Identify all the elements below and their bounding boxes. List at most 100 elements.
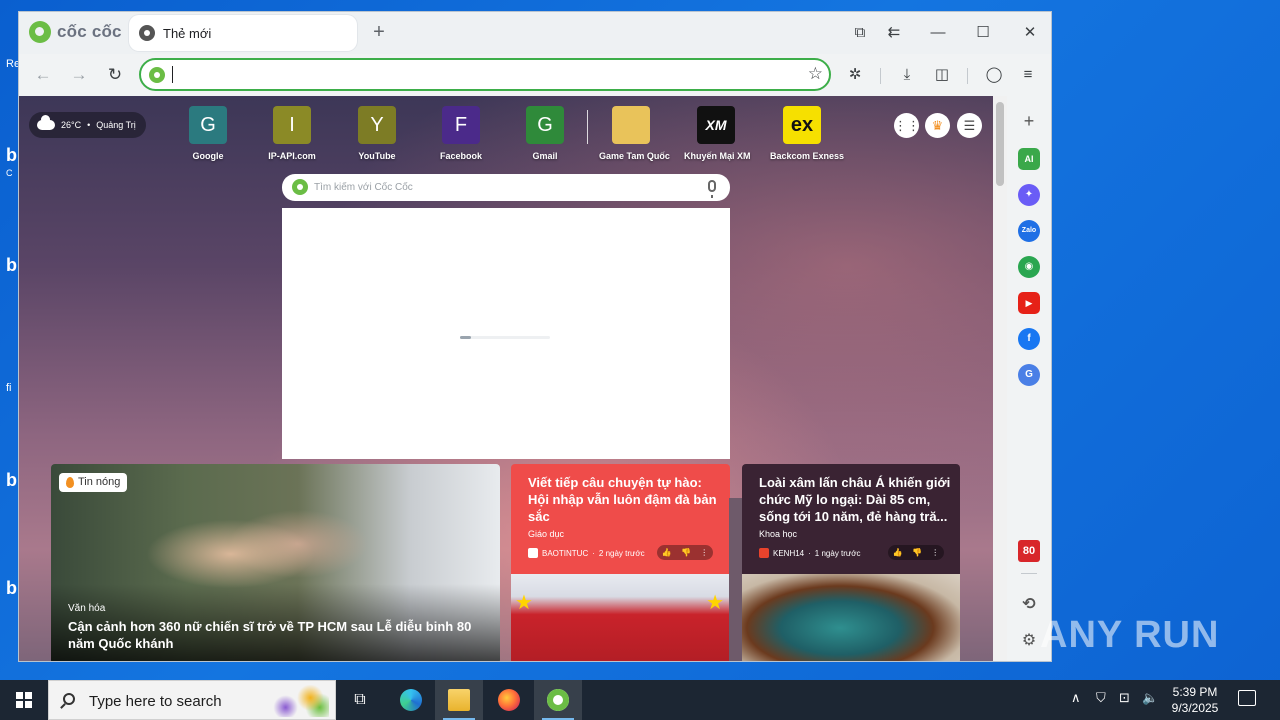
volume-icon[interactable]: 🔈 <box>1142 690 1158 706</box>
news-source: BAOTINTUC · 2 ngày trước <box>528 548 645 558</box>
news-title[interactable]: Viết tiếp câu chuyện tự hào: Hội nhập vẫ… <box>528 474 720 525</box>
search-highlight-image <box>267 685 329 717</box>
taskbar-search[interactable]: Type here to search <box>48 680 336 720</box>
speed-dial-item[interactable]: ex Backcom Exness <box>770 106 844 161</box>
brand[interactable]: cốc cốc <box>29 21 122 43</box>
desktop-icon-label[interactable]: C <box>6 168 13 178</box>
anniversary-80-icon[interactable]: 80 <box>1018 540 1040 562</box>
desktop-edge: Re b C b fi b b <box>0 0 20 680</box>
youtube-icon[interactable]: ▶ <box>1018 292 1040 314</box>
coccoc-logo-icon <box>29 21 51 43</box>
search-icon <box>63 693 75 705</box>
news-card-hero[interactable]: Tin nóng Văn hóa Cận cảnh hơn 360 nữ chi… <box>51 464 500 661</box>
game-icon[interactable]: ◉ <box>1018 256 1040 278</box>
search-box[interactable] <box>282 174 730 201</box>
news-title[interactable]: Cận cảnh hơn 360 nữ chiến sĩ trở về TP H… <box>68 618 488 652</box>
forward-button[interactable]: → <box>67 63 91 87</box>
apps-grid-icon[interactable]: ⋮⋮ <box>894 113 920 138</box>
customize-icon[interactable]: ☰ <box>957 113 982 138</box>
desktop-icon-label[interactable]: fi <box>6 382 12 394</box>
add-icon[interactable]: + <box>1018 110 1040 132</box>
ai-icon[interactable]: AI <box>1018 148 1040 170</box>
back-button[interactable]: ← <box>31 63 55 87</box>
thumbs-down-icon[interactable]: 👎 <box>912 548 922 557</box>
reload-button[interactable]: ↻ <box>103 63 127 87</box>
search-input[interactable] <box>314 178 694 197</box>
thumbs-up-icon[interactable]: 👍 <box>893 548 903 557</box>
windows-logo-icon <box>16 692 32 708</box>
page-scrollbar[interactable] <box>993 96 1007 661</box>
crown-icon[interactable]: ♛ <box>925 113 950 138</box>
speed-dial-item[interactable]: I IP-API.com <box>260 106 324 161</box>
extensions-icon[interactable]: ✲ <box>843 63 867 87</box>
task-view-button[interactable]: ⧉ <box>336 680 384 720</box>
firefox-taskbar-button[interactable] <box>485 680 533 720</box>
news-category: Khoa học <box>759 529 798 539</box>
profile-icon[interactable]: ◯ <box>982 63 1006 87</box>
speed-dial-item[interactable]: XM Khuyến Mại XM <box>684 106 751 161</box>
taskbar-search-placeholder: Type here to search <box>89 693 222 710</box>
file-explorer-taskbar-button[interactable] <box>435 680 483 720</box>
speed-dial-item[interactable]: Y YouTube <box>345 106 409 161</box>
more-icon[interactable]: ⋮ <box>700 548 708 557</box>
weather-location: Quảng Trị <box>96 120 136 130</box>
security-icon[interactable]: ⛉ <box>1096 690 1106 706</box>
weather-widget[interactable]: 26°C • Quảng Trị <box>29 112 146 138</box>
coccoc-taskbar-button[interactable] <box>534 680 582 720</box>
more-icon[interactable]: ⋮ <box>931 548 939 557</box>
translate-icon[interactable]: G <box>1018 364 1040 386</box>
desktop-icon-label[interactable]: b <box>6 145 17 166</box>
new-tab-button[interactable]: + <box>367 21 391 45</box>
facebook-icon[interactable]: f <box>1018 328 1040 350</box>
site-info-icon[interactable] <box>149 67 165 83</box>
news-card[interactable]: Viết tiếp câu chuyện tự hào: Hội nhập vẫ… <box>511 464 730 661</box>
split-view-icon[interactable]: ◫ <box>930 63 954 87</box>
desktop-icon-label[interactable]: b <box>6 255 17 276</box>
menu-icon[interactable]: ≡ <box>1016 63 1040 87</box>
minimize-button[interactable]: — <box>925 21 951 45</box>
desktop-icon-label[interactable]: b <box>6 470 17 491</box>
news-title[interactable]: Loài xâm lấn châu Á khiến giới chức Mỹ l… <box>759 474 951 525</box>
address-input[interactable] <box>173 64 793 86</box>
taskbar: Type here to search ⧉ ∧ ⛉ ⊡ 🔈 5:39 PM 9/… <box>0 680 1280 720</box>
speed-dial-tile: F <box>442 106 480 144</box>
tab-favicon-icon <box>139 25 155 41</box>
speed-dial-label: Gmail <box>532 151 558 161</box>
maximize-button[interactable]: ☐ <box>970 21 996 45</box>
thumbs-down-icon[interactable]: 👎 <box>681 548 691 557</box>
browser-window: cốc cốc Thẻ mới + ⧉ ⇇ — ☐ ✕ ← → ↻ ☆ ✲ ⤓ … <box>18 11 1052 662</box>
speed-dial-label: Google <box>192 151 224 161</box>
show-hidden-icons-icon[interactable]: ∧ <box>1071 690 1081 706</box>
speed-dial-tile: Y <box>358 106 396 144</box>
speed-dial-item[interactable]: G Gmail <box>513 106 577 161</box>
screen-capture-icon[interactable]: ⧉ <box>847 21 873 45</box>
edge-taskbar-button[interactable] <box>387 680 435 720</box>
tab-search-icon[interactable]: ⇇ <box>881 21 907 45</box>
start-button[interactable] <box>0 680 48 720</box>
tab-new-tab[interactable]: Thẻ mới <box>129 15 357 51</box>
settings-icon[interactable]: ⚙ <box>1018 630 1040 652</box>
speed-dial-item[interactable]: Game Tam Quốc <box>599 106 670 161</box>
messenger-icon[interactable]: ✦ <box>1018 184 1040 206</box>
speed-dial-label: YouTube <box>358 151 396 161</box>
speed-dial-item[interactable]: G Google <box>176 106 240 161</box>
news-card[interactable]: Loài xâm lấn châu Á khiến giới chức Mỹ l… <box>742 464 960 661</box>
thumbs-up-icon[interactable]: 👍 <box>662 548 672 557</box>
microphone-icon[interactable] <box>708 180 716 198</box>
speed-dial-item[interactable]: F Facebook <box>429 106 493 161</box>
news-image: ★ ★ <box>511 574 730 661</box>
notifications-icon[interactable] <box>1238 690 1256 706</box>
scrollbar-thumb[interactable] <box>996 102 1004 186</box>
anyrun-watermark: ANY RUN <box>1040 614 1220 656</box>
toolbar: ← → ↻ ☆ ✲ ⤓ ◫ ◯ ≡ <box>19 54 1051 96</box>
network-icon[interactable]: ⊡ <box>1119 690 1130 706</box>
zalo-icon[interactable]: Zalo <box>1018 220 1040 242</box>
edge-icon <box>400 689 422 711</box>
address-bar[interactable]: ☆ <box>139 58 831 91</box>
history-icon[interactable]: ⟲ <box>1018 594 1040 616</box>
desktop-icon-label[interactable]: b <box>6 578 17 599</box>
close-button[interactable]: ✕ <box>1017 21 1043 45</box>
bookmark-star-icon[interactable]: ☆ <box>808 64 823 84</box>
system-clock[interactable]: 5:39 PM 9/3/2025 <box>1166 684 1224 716</box>
downloads-icon[interactable]: ⤓ <box>895 63 919 87</box>
